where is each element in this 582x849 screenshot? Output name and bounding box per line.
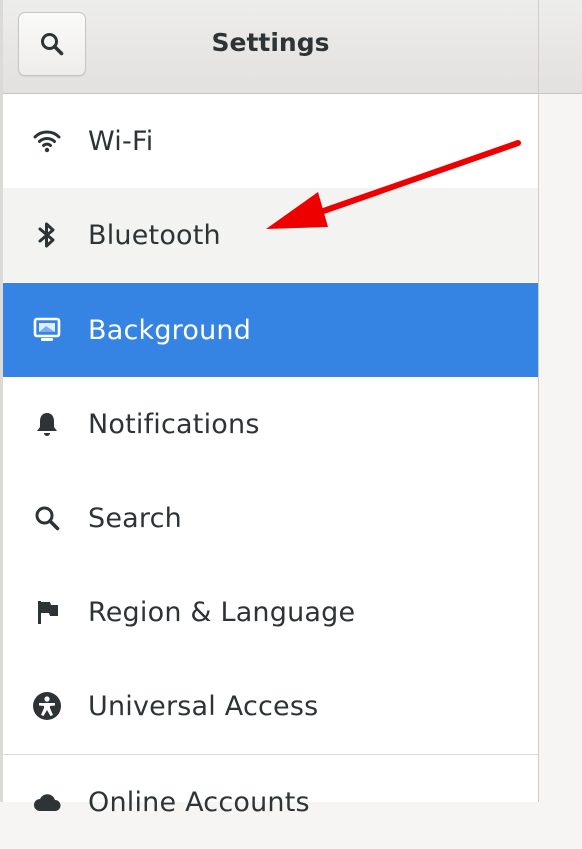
bluetooth-icon (32, 220, 62, 250)
sidebar-item-label: Notifications (88, 408, 260, 440)
accessibility-icon (32, 691, 62, 721)
window-title: Settings (211, 28, 330, 57)
sidebar-item-wifi[interactable]: Wi-Fi (3, 94, 538, 188)
sidebar-item-label: Search (88, 502, 182, 534)
sidebar-item-bluetooth[interactable]: Bluetooth (3, 188, 538, 282)
search-icon (32, 503, 62, 533)
sidebar-item-region-language[interactable]: Region & Language (3, 565, 538, 659)
content-header (539, 0, 582, 94)
sidebar-item-label: Online Accounts (88, 786, 310, 818)
pane-divider[interactable] (538, 0, 539, 802)
sidebar-item-search[interactable]: Search (3, 471, 538, 565)
cloud-icon (32, 787, 62, 817)
sidebar-item-label: Wi-Fi (88, 125, 154, 157)
content-pane (539, 94, 582, 802)
sidebar-item-label: Region & Language (88, 596, 356, 628)
sidebar-item-online-accounts[interactable]: Online Accounts (3, 755, 538, 849)
sidebar-item-label: Background (88, 314, 252, 346)
background-icon (32, 315, 62, 345)
sidebar-item-universal-access[interactable]: Universal Access (3, 659, 538, 753)
header-bar: Settings (3, 0, 538, 94)
flag-icon (32, 597, 62, 627)
sidebar-item-notifications[interactable]: Notifications (3, 377, 538, 471)
sidebar: Wi-Fi Bluetooth Background Notifications… (3, 94, 538, 818)
sidebar-item-background[interactable]: Background (3, 283, 538, 377)
sidebar-item-label: Universal Access (88, 690, 319, 722)
wifi-icon (32, 126, 62, 156)
bell-icon (32, 409, 62, 439)
sidebar-item-label: Bluetooth (88, 219, 221, 251)
